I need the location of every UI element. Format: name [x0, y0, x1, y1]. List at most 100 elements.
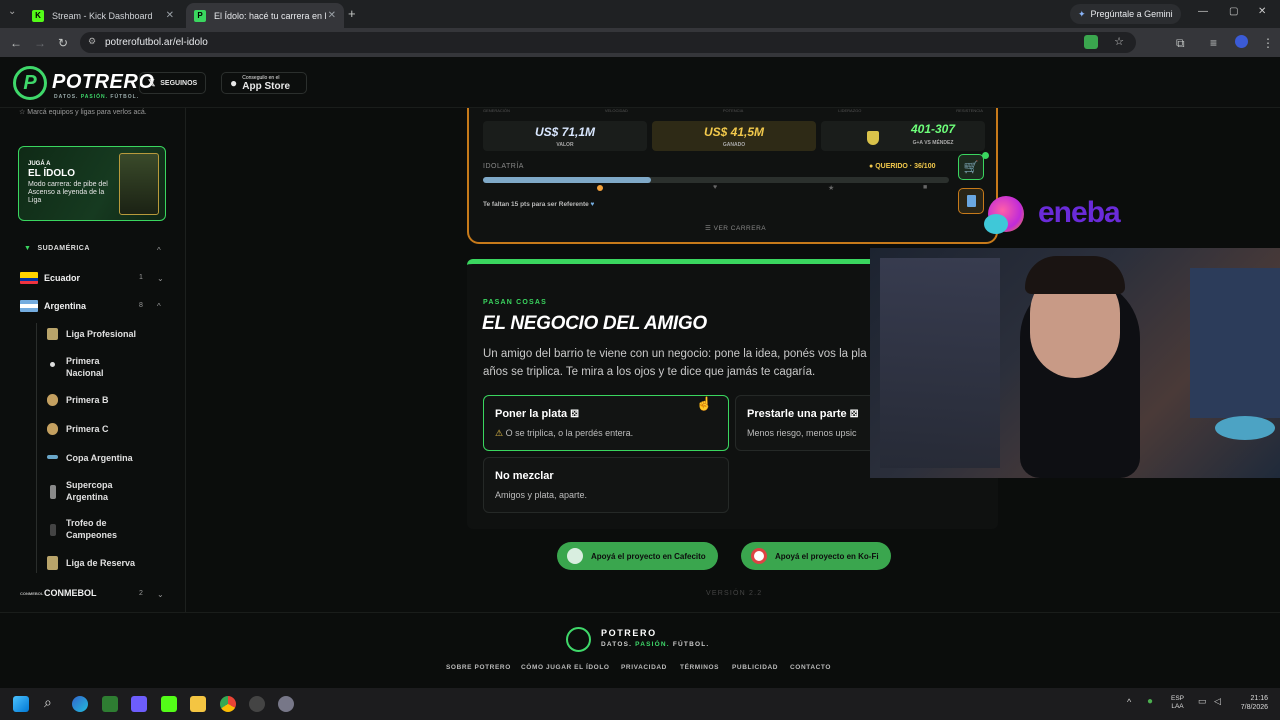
chevron-down-icon[interactable]: ⌄: [157, 274, 164, 283]
eneba-mascot-icon: [982, 190, 1038, 240]
footer-link[interactable]: CONTACTO: [790, 664, 831, 671]
idolatria-progress-fill: [483, 177, 651, 183]
tab-list-icon[interactable]: ⌄: [8, 6, 16, 17]
chrome-icon[interactable]: [220, 696, 236, 712]
cafecito-button[interactable]: Apoyá el proyecto en Cafecito: [557, 542, 718, 570]
eneba-logo: eneba: [1038, 196, 1121, 229]
country-ecuador[interactable]: Ecuador: [20, 272, 80, 284]
file-explorer-icon[interactable]: [190, 696, 206, 712]
extensions-icon[interactable]: ⧉: [1176, 36, 1185, 51]
settings-icon[interactable]: [278, 696, 294, 712]
footer-link[interactable]: TÉRMINOS: [680, 664, 719, 671]
idolatria-label: IDOLATRÍA: [483, 163, 524, 170]
mouse-cursor-icon: ☝: [696, 396, 713, 411]
footer-link[interactable]: PRIVACIDAD: [621, 664, 667, 671]
extension-badge-icon[interactable]: [1084, 35, 1098, 49]
chevron-up-icon[interactable]: ^: [157, 302, 161, 311]
stat-value: US$ 71,1M: [534, 125, 596, 139]
brand-tagline: DATOS. PASIÓN. FÚTBOL.: [54, 94, 139, 100]
close-tab-icon[interactable]: ✕: [166, 10, 174, 21]
windows-start-icon[interactable]: [13, 696, 29, 712]
country-name: Argentina: [44, 301, 87, 311]
option-poner-la-plata[interactable]: Poner la plata ⚄ ⚠ O se triplica, o la p…: [483, 395, 729, 451]
tab-kick-dashboard[interactable]: K Stream - Kick Dashboard ✕: [24, 3, 182, 28]
country-argentina[interactable]: Argentina: [20, 300, 86, 312]
league-item[interactable]: Liga Profesional: [66, 328, 136, 340]
reload-icon[interactable]: ↻: [58, 36, 68, 50]
url-input[interactable]: ⚙ potrerofutbol.ar/el-idolo ☆: [80, 32, 1136, 53]
network-icon[interactable]: ▭: [1198, 696, 1207, 707]
follow-x-button[interactable]: 𝕏 SEGUINOS: [139, 72, 207, 94]
option-no-mezclar[interactable]: No mezclar Amigos y plata, aparte.: [483, 457, 729, 513]
league-item[interactable]: Copa Argentina: [66, 452, 133, 464]
obs-icon[interactable]: [249, 696, 265, 712]
conmebol-row[interactable]: CONMEBOL CONMEBOL: [20, 588, 97, 598]
language-indicator[interactable]: ESP LAA: [1171, 695, 1184, 711]
argentina-flag-icon: [20, 300, 38, 312]
dev-app-icon[interactable]: [131, 696, 147, 712]
heart-milestone-icon: ♥: [713, 184, 718, 191]
chevron-down-icon[interactable]: ⌄: [157, 590, 164, 599]
edge-icon[interactable]: [72, 696, 88, 712]
dice-icon: ⚄: [570, 409, 579, 420]
back-icon[interactable]: ←: [10, 36, 22, 50]
footer-link[interactable]: PUBLICIDAD: [732, 664, 778, 671]
clock[interactable]: 21:16 7/8/2026: [1232, 694, 1268, 712]
league-item[interactable]: Trofeo de Campeones: [66, 517, 136, 541]
app-store-button[interactable]: ● Conseguilo en el App Store: [221, 72, 307, 94]
tab-search-icon[interactable]: ≡: [1210, 36, 1217, 50]
ver-carrera-link[interactable]: ☰ VER CARRERA: [705, 224, 766, 232]
current-level-marker-icon: [597, 185, 603, 191]
option-title-text: Poner la plata: [495, 408, 568, 420]
close-window-icon[interactable]: ✕: [1258, 6, 1266, 17]
bookmark-star-icon[interactable]: ☆: [1114, 35, 1124, 48]
browser-menu-icon[interactable]: ⋮: [1262, 36, 1274, 50]
xbox-icon[interactable]: [102, 696, 118, 712]
potrero-logo-icon[interactable]: P: [13, 66, 47, 100]
league-item[interactable]: Primera C: [66, 423, 109, 435]
gemini-button[interactable]: ✦ Pregúntale a Gemini: [1070, 4, 1181, 24]
footer-tagline: DATOS. PASIÓN. FÚTBOL.: [601, 641, 709, 648]
conmebol-count: 2: [139, 590, 143, 597]
tab-el-idolo[interactable]: P El Ídolo: hacé tu carrera en la Li ✕: [186, 3, 344, 28]
app-icon[interactable]: [161, 696, 177, 712]
attribute-label: LIDERAZGO: [838, 108, 862, 113]
shop-button[interactable]: 🛒: [958, 154, 984, 180]
site-info-icon[interactable]: ⚙: [88, 36, 96, 47]
search-icon[interactable]: ⌕: [44, 694, 52, 711]
kofi-button[interactable]: Apoyá el proyecto en Ko-Fi: [741, 542, 891, 570]
minimize-icon[interactable]: —: [1198, 6, 1208, 17]
attribute-label: RESISTENCIA: [956, 108, 983, 113]
stat-ganado: US$ 41,5M GANADO: [652, 121, 816, 151]
trophy-milestone-icon: ■: [923, 184, 928, 191]
promo-description: Modo carrera: de pibe del Ascenso a leye…: [28, 181, 108, 204]
mic-icon[interactable]: ●: [1147, 696, 1153, 707]
liga-profesional-icon: [47, 328, 58, 340]
league-item[interactable]: Primera Nacional: [66, 355, 126, 379]
close-tab-icon[interactable]: ✕: [328, 10, 336, 21]
event-body: Un amigo del barrio te viene con un nego…: [483, 348, 867, 360]
new-tab-icon[interactable]: +: [348, 6, 356, 21]
league-item[interactable]: Primera B: [66, 394, 109, 406]
footer-link[interactable]: CÓMO JUGAR EL ÍDOLO: [521, 664, 610, 671]
forward-icon[interactable]: →: [34, 36, 46, 50]
league-item[interactable]: Supercopa Argentina: [66, 479, 126, 503]
footer-link[interactable]: SOBRE POTRERO: [446, 664, 511, 671]
clock-date: 7/8/2026: [1240, 704, 1268, 711]
league-item[interactable]: Liga de Reserva: [66, 557, 135, 569]
footer-logo-icon: [566, 627, 591, 652]
chevron-up-icon[interactable]: ^: [157, 246, 161, 255]
region-header[interactable]: ▼ SUDAMÉRICA: [24, 245, 90, 252]
maximize-icon[interactable]: ▢: [1229, 6, 1238, 17]
option-title: Prestarle una parte ⚄: [747, 408, 858, 420]
el-idolo-promo-card[interactable]: JUGÁ A EL ÍDOLO Modo carrera: de pibe de…: [18, 146, 166, 221]
tagline-part: DATOS.: [54, 94, 79, 100]
profile-avatar[interactable]: [1235, 35, 1248, 48]
country-count: 1: [139, 274, 143, 281]
jersey-button[interactable]: [958, 188, 984, 214]
heart-icon: ♥: [590, 201, 595, 208]
gemini-icon: ✦: [1078, 8, 1086, 19]
tray-chevron-icon[interactable]: ^: [1127, 697, 1131, 707]
country-name: Ecuador: [44, 273, 81, 283]
volume-icon[interactable]: ◁: [1214, 696, 1221, 707]
